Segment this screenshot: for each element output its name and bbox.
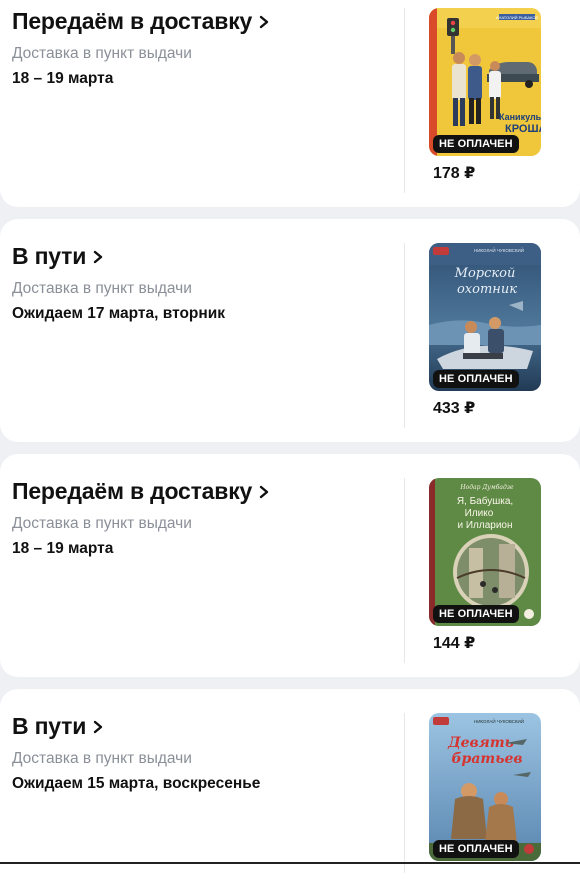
- chevron-right-icon: [259, 15, 269, 28]
- book-cover-image: АНАТОЛИЙ РЫБАКОВ Каникулы КРОША: [429, 8, 541, 156]
- delivery-method: Доставка в пункт выдачи: [12, 515, 192, 532]
- order-status-title: Передаём в доставку: [12, 8, 253, 34]
- payment-status-badge: НЕ ОПЛАЧЕН: [433, 370, 519, 388]
- product-price: 433 ₽: [433, 400, 476, 417]
- delivery-method: Доставка в пункт выдачи: [12, 45, 192, 62]
- cover-author: НИКОЛАЙ ЧУКОВСКИЙ: [474, 717, 524, 724]
- cover-title-line: Илико: [465, 508, 494, 519]
- order-card[interactable]: В пути Доставка в пункт выдачи Ожидаем 1…: [0, 689, 580, 879]
- order-card[interactable]: В пути Доставка в пункт выдачи Ожидаем 1…: [0, 219, 580, 442]
- cover-title-line: КРОША: [505, 123, 541, 135]
- order-status-link[interactable]: В пути: [12, 713, 104, 740]
- product-thumbnail[interactable]: АНАТОЛИЙ РЫБАКОВ Каникулы КРОША НЕ ОПЛАЧ…: [429, 8, 541, 156]
- order-status-title: В пути: [12, 243, 87, 269]
- delivery-date: 18 – 19 марта: [12, 540, 114, 557]
- delivery-method: Доставка в пункт выдачи: [12, 280, 192, 297]
- order-status-link[interactable]: В пути: [12, 243, 104, 270]
- product-thumbnail[interactable]: НИКОЛАЙ ЧУКОВСКИЙ Девять братьев НЕ ОПЛА…: [429, 713, 541, 861]
- payment-status-badge: НЕ ОПЛАЧЕН: [433, 135, 519, 153]
- cover-title-line: Я, Бабушка,: [457, 495, 513, 507]
- product-thumbnail[interactable]: Нодар Думбадзе Я, Бабушка, Илико и Иллар…: [429, 478, 541, 626]
- cover-title-line: братьев: [451, 751, 522, 767]
- order-card[interactable]: Передаём в доставку Доставка в пункт выд…: [0, 0, 580, 207]
- delivery-date: Ожидаем 17 марта, вторник: [12, 305, 226, 322]
- chevron-right-icon: [93, 720, 103, 733]
- order-status-title: Передаём в доставку: [12, 478, 253, 504]
- chevron-right-icon: [93, 250, 103, 263]
- cover-author: Нодар Думбадзе: [459, 484, 514, 491]
- order-status-title: В пути: [12, 713, 87, 739]
- chevron-right-icon: [259, 485, 269, 498]
- product-thumbnail[interactable]: НИКОЛАЙ ЧУКОВСКИЙ Морской охотник НЕ ОПЛ…: [429, 243, 541, 391]
- book-cover-image: НИКОЛАЙ ЧУКОВСКИЙ Девять братьев: [429, 713, 541, 861]
- book-cover-image: Нодар Думбадзе Я, Бабушка, Илико и Иллар…: [429, 478, 541, 626]
- delivery-date: Ожидаем 15 марта, воскресенье: [12, 775, 261, 792]
- cover-title-line: Девять: [447, 735, 514, 751]
- payment-status-badge: НЕ ОПЛАЧЕН: [433, 605, 519, 623]
- delivery-date: 18 – 19 марта: [12, 70, 114, 87]
- cover-title-line: Каникулы: [499, 112, 541, 122]
- divider: [404, 243, 405, 428]
- cover-author: АНАТОЛИЙ РЫБАКОВ: [496, 15, 539, 20]
- cover-title-line: и Илларион: [457, 520, 512, 531]
- product-price: 144 ₽: [433, 635, 476, 652]
- book-cover-image: НИКОЛАЙ ЧУКОВСКИЙ Морской охотник: [429, 243, 541, 391]
- order-status-link[interactable]: Передаём в доставку: [12, 8, 270, 35]
- delivery-method: Доставка в пункт выдачи: [12, 750, 192, 767]
- order-card[interactable]: Передаём в доставку Доставка в пункт выд…: [0, 454, 580, 677]
- order-status-link[interactable]: Передаём в доставку: [12, 478, 270, 505]
- payment-status-badge: НЕ ОПЛАЧЕН: [433, 840, 519, 858]
- divider: [404, 478, 405, 663]
- divider: [404, 8, 405, 193]
- product-price: 178 ₽: [433, 165, 476, 182]
- cover-author: НИКОЛАЙ ЧУКОВСКИЙ: [474, 246, 524, 253]
- divider: [404, 713, 405, 873]
- cover-title-line: Морской: [454, 266, 516, 281]
- cover-title-line: охотник: [457, 282, 517, 297]
